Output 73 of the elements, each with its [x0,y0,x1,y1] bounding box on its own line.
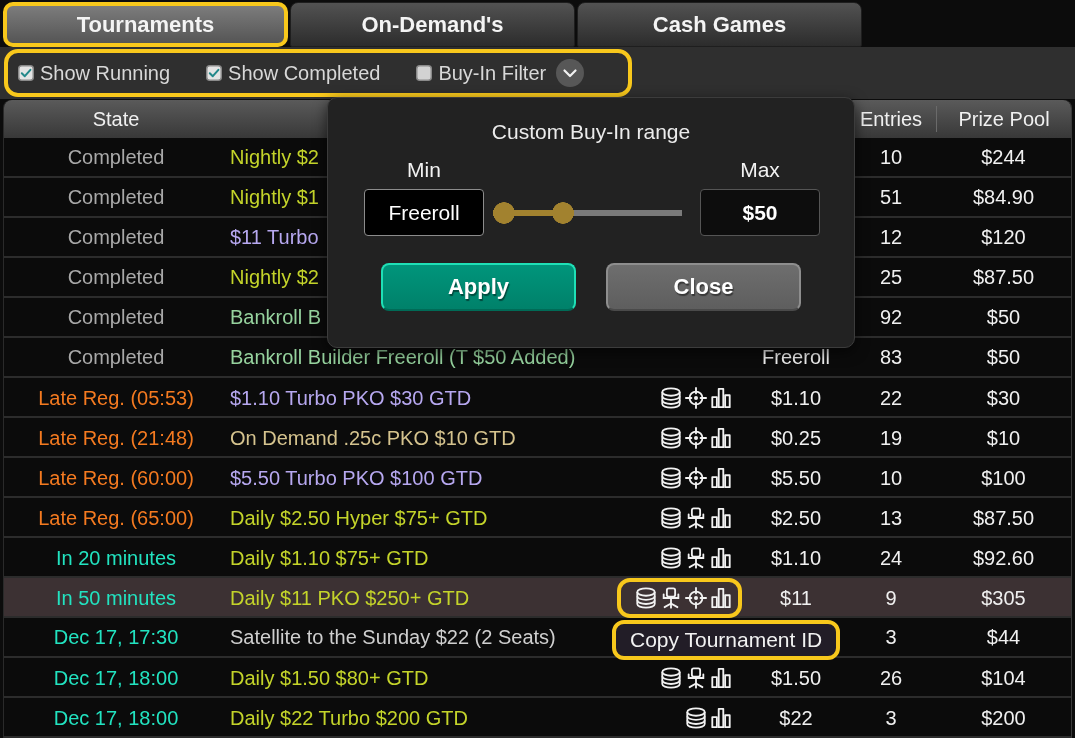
prize-amount: $104 [981,666,1026,690]
prize-amount: $84.90 [972,185,1035,209]
tournament-name: Daily $2.50 Hyper $75+ GTD [230,506,488,530]
state-label: Completed [67,305,165,329]
entries-count: 12 [879,225,903,249]
state-label: Completed [67,265,165,289]
state-label: Late Reg. (60:00) [38,466,194,490]
field-label: Min [407,158,441,182]
price-text: $1.50 [770,666,822,690]
state-label: Dec 17, 17:30 [53,625,179,649]
prize-amount: $120 [981,225,1026,249]
state-label: Late Reg. (65:00) [38,506,194,530]
entries-count: 24 [879,546,903,570]
prize-amount: $200 [981,706,1026,730]
entries-count: 25 [879,265,903,289]
state-label: In 50 minutes [55,586,177,610]
entries-count: 10 [879,145,903,169]
price-text: $22 [779,706,813,730]
prize-amount: $87.50 [972,265,1035,289]
entries-count: 51 [879,185,903,209]
tournament-name: Bankroll B [230,305,322,329]
prize-amount: $100 [981,466,1026,490]
tournament-name: Nightly $1 [230,185,319,209]
price-text: $0.25 [770,426,822,450]
state-label: Completed [67,145,165,169]
state-label: Completed [67,185,165,209]
field-label: Max [740,158,780,182]
price-text: $1.10 [770,386,822,410]
entries-count: 92 [879,305,903,329]
tournament-name: Bankroll Builder Freeroll (T $50 Added) [230,345,576,369]
price-text: Freeroll [762,345,830,369]
state-label: Late Reg. (05:53) [38,386,194,410]
tournament-name: Daily $1.10 $75+ GTD [230,546,429,570]
tournament-name: Daily $22 Turbo $200 GTD [230,706,468,730]
entries-count: 19 [879,426,903,450]
price-text: $2.50 [770,506,822,530]
prize-amount: $92.60 [972,546,1035,570]
entries-count: 83 [879,345,903,369]
entries-count: 10 [879,466,903,490]
prize-amount: $50 [986,305,1021,329]
price-text: $5.50 [770,466,822,490]
tournament-name: Nightly $2 [230,265,319,289]
price-text: $1.10 [770,546,822,570]
popup-title: Custom Buy-In range [491,120,691,144]
tournament-name: Daily $11 PKO $250+ GTD [230,586,470,610]
tournament-name: $11 Turbo [230,225,319,249]
tournament-name: Satellite to the Sunday $22 (2 Seats) [230,625,556,649]
entries-count: 26 [879,666,903,690]
prize-amount: $44 [986,625,1021,649]
entries-count: 3 [885,706,897,730]
state-label: Completed [67,225,165,249]
state-label: Completed [67,345,165,369]
entries-count: 22 [879,386,903,410]
state-label: In 20 minutes [55,546,177,570]
prize-amount: $30 [986,386,1021,410]
prize-amount: $87.50 [972,506,1035,530]
tournament-name: $5.50 Turbo PKO $100 GTD [230,466,483,490]
tournament-name: Daily $1.50 $80+ GTD [230,666,429,690]
entries-count: 13 [879,506,903,530]
price-text: $11 [780,586,812,610]
tournament-name: $1.10 Turbo PKO $30 GTD [230,386,472,410]
state-label: Late Reg. (21:48) [38,426,194,450]
prize-amount: $50 [986,345,1021,369]
tooltip: Copy Tournament ID [612,620,841,660]
entries-count: 3 [885,625,897,649]
tournament-name: On Demand .25c PKO $10 GTD [230,426,516,450]
tournament-name: Nightly $2 [230,145,319,169]
entries-count: 9 [885,586,897,610]
state-label: Dec 17, 18:00 [53,666,179,690]
prize-amount: $244 [981,145,1026,169]
prize-amount: $10 [986,426,1021,450]
prize-amount: $305 [981,586,1026,610]
state-label: Dec 17, 18:00 [53,706,179,730]
